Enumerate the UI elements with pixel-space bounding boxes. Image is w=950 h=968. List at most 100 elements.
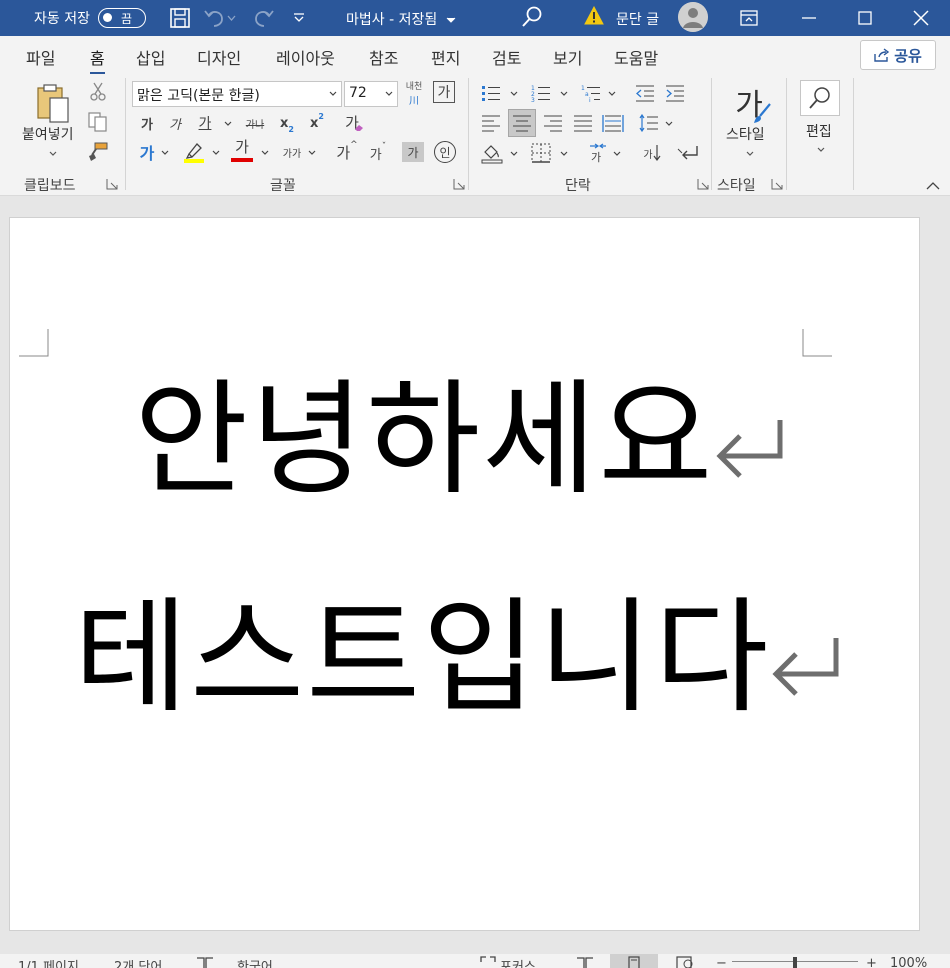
clipboard-launcher-icon[interactable]: [106, 178, 118, 190]
underline-button[interactable]: 가: [194, 112, 216, 134]
justify-icon[interactable]: [572, 112, 594, 134]
shading-dropdown-icon[interactable]: [510, 151, 518, 156]
page-count[interactable]: 1/1 페이지: [18, 956, 79, 968]
char-shading-button[interactable]: 가: [402, 142, 424, 162]
bold-button[interactable]: 가: [136, 112, 158, 134]
tab-insert[interactable]: 삽입: [136, 45, 165, 69]
maximize-button[interactable]: [842, 0, 888, 36]
copy-icon[interactable]: [88, 112, 108, 132]
ribbon-display-icon[interactable]: [726, 0, 772, 36]
align-left-icon[interactable]: [480, 112, 502, 134]
undo-dropdown-icon[interactable]: [224, 6, 238, 30]
cut-icon[interactable]: [88, 82, 108, 102]
print-layout-button[interactable]: [610, 954, 658, 968]
avatar[interactable]: [678, 2, 708, 32]
increase-indent-icon[interactable]: [664, 82, 686, 104]
collapse-ribbon-icon[interactable]: [926, 181, 940, 190]
document-page[interactable]: 안녕하세요 테스트입니다: [9, 217, 920, 931]
font-name-select[interactable]: 맑은 고딕(본문 한글): [132, 81, 342, 107]
change-case-dropdown-icon[interactable]: [308, 150, 316, 155]
borders-dropdown-icon[interactable]: [560, 151, 568, 156]
superscript-button[interactable]: x2: [306, 112, 328, 134]
distributed-icon[interactable]: [602, 112, 624, 134]
minimize-button[interactable]: [786, 0, 832, 36]
share-button[interactable]: 공유: [860, 40, 936, 70]
zoom-slider-thumb[interactable]: [793, 957, 797, 968]
subscript-button[interactable]: x2: [276, 112, 298, 135]
tab-view[interactable]: 보기: [553, 45, 582, 69]
document-line-2[interactable]: 테스트입니다: [74, 596, 844, 720]
language[interactable]: 한국어: [237, 956, 273, 968]
clear-formatting-button[interactable]: 가: [340, 110, 364, 134]
font-color-dropdown-icon[interactable]: [261, 150, 269, 155]
char-border-icon[interactable]: 가: [433, 81, 455, 103]
autosave-toggle[interactable]: 끔: [97, 8, 146, 28]
proofing-book-icon[interactable]: [196, 956, 214, 968]
paste-dropdown-icon[interactable]: [49, 151, 57, 156]
tab-references[interactable]: 참조: [369, 45, 398, 69]
highlight-icon[interactable]: [182, 140, 206, 164]
numbering-dropdown-icon[interactable]: [560, 91, 568, 96]
change-case-button[interactable]: 가가: [278, 142, 306, 162]
underline-dropdown-icon[interactable]: [224, 121, 232, 126]
bullets-icon[interactable]: [480, 82, 502, 104]
tab-help[interactable]: 도움말: [614, 45, 658, 69]
enclose-char-button[interactable]: 인: [434, 141, 456, 163]
alert-text[interactable]: 문단 글: [616, 9, 659, 29]
editing-label[interactable]: 편집: [806, 121, 832, 141]
read-mode-icon[interactable]: [576, 956, 594, 968]
grow-font-button[interactable]: 가 ^: [334, 140, 360, 164]
italic-button[interactable]: 가: [164, 112, 186, 134]
sort-icon[interactable]: 가: [640, 142, 664, 164]
zoom-level[interactable]: 100%: [890, 956, 927, 968]
styles-gallery-icon[interactable]: 가: [726, 80, 772, 124]
word-count[interactable]: 2개 단어: [114, 956, 162, 968]
numbering-icon[interactable]: 123: [530, 82, 552, 104]
ruby-icon[interactable]: 내천 川: [402, 80, 426, 107]
zoom-out-button[interactable]: −: [716, 956, 727, 968]
strikethrough-button[interactable]: 가나: [242, 112, 268, 134]
font-size-select[interactable]: 72: [344, 81, 398, 107]
customize-qat-icon[interactable]: [287, 6, 311, 30]
decrease-indent-icon[interactable]: [634, 82, 656, 104]
line-spacing-dropdown-icon[interactable]: [665, 121, 673, 126]
tab-file[interactable]: 파일: [26, 45, 55, 69]
document-title[interactable]: 마법사 - 저장됨: [346, 9, 456, 29]
paragraph-launcher-icon[interactable]: [697, 178, 709, 190]
shrink-font-button[interactable]: 가ˇ: [366, 142, 390, 164]
text-effects-dropdown-icon[interactable]: [161, 150, 169, 155]
text-effects-button[interactable]: 가: [136, 140, 158, 164]
font-launcher-icon[interactable]: [453, 178, 465, 190]
styles-dropdown-icon[interactable]: [746, 151, 754, 156]
document-line-1[interactable]: 안녕하세요: [134, 378, 788, 502]
font-color-button[interactable]: 가: [230, 138, 254, 164]
editing-dropdown-icon[interactable]: [817, 147, 825, 152]
redo-icon[interactable]: [252, 6, 276, 30]
find-icon[interactable]: [800, 80, 840, 116]
tab-layout[interactable]: 레이아웃: [276, 45, 335, 69]
line-spacing-icon[interactable]: [638, 112, 660, 134]
highlight-dropdown-icon[interactable]: [212, 150, 220, 155]
web-layout-icon[interactable]: [676, 956, 694, 968]
styles-launcher-icon[interactable]: [771, 178, 783, 190]
search-icon[interactable]: [520, 4, 544, 30]
close-button[interactable]: [898, 0, 944, 36]
focus-mode[interactable]: 포커스: [500, 956, 536, 968]
warning-icon[interactable]: [584, 5, 604, 30]
shading-icon[interactable]: [480, 142, 504, 164]
tab-mailings[interactable]: 편지: [431, 45, 460, 69]
undo-icon[interactable]: [202, 6, 226, 30]
autosave[interactable]: 자동 저장 끔: [34, 0, 146, 36]
show-formatting-icon[interactable]: [676, 142, 700, 164]
tab-review[interactable]: 검토: [492, 45, 521, 69]
text-direction-icon[interactable]: 가: [586, 142, 610, 164]
tab-home[interactable]: 홈: [90, 45, 105, 75]
borders-icon[interactable]: [530, 142, 552, 164]
tab-design[interactable]: 디자인: [197, 45, 241, 69]
paste-icon[interactable]: [32, 82, 74, 124]
format-painter-icon[interactable]: [88, 142, 108, 162]
text-direction-dropdown-icon[interactable]: [613, 151, 621, 156]
styles-label[interactable]: 스타일: [726, 124, 765, 144]
paste-label[interactable]: 붙여넣기: [22, 124, 74, 144]
align-right-icon[interactable]: [542, 112, 564, 134]
